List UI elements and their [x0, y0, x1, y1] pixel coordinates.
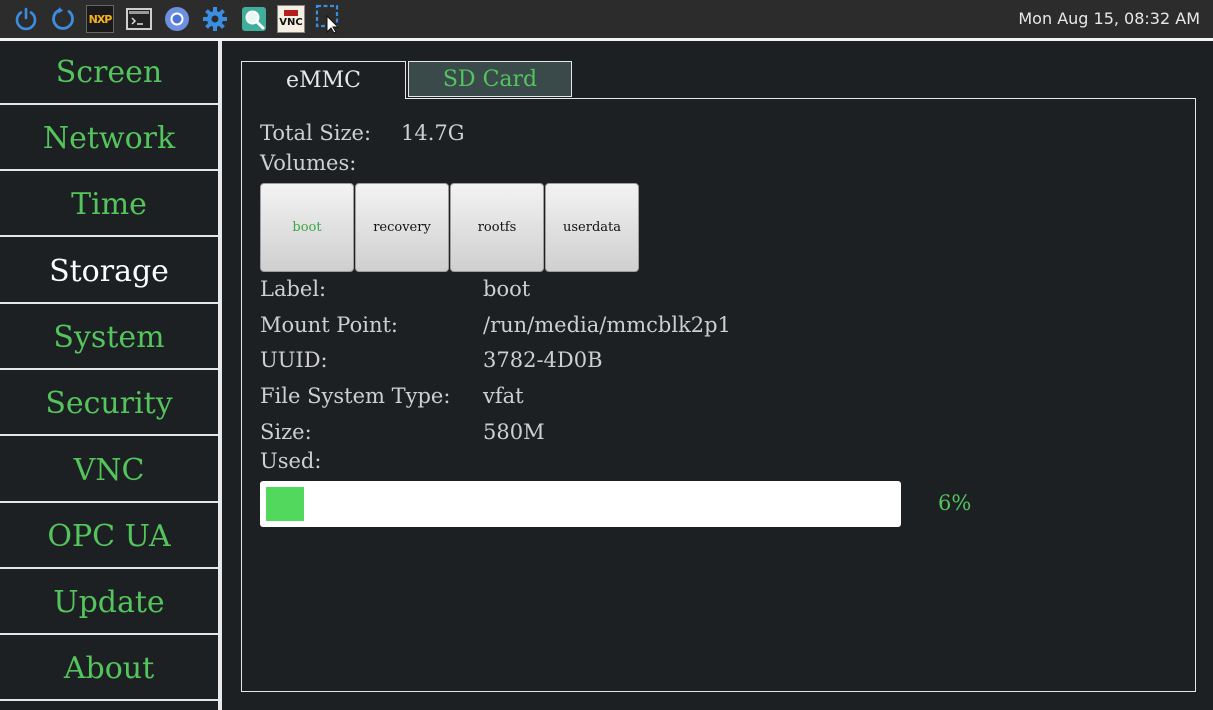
sidebar-item-vnc[interactable]: VNC [0, 439, 218, 503]
settings-gear-icon[interactable] [201, 5, 229, 33]
sidebar-item-network[interactable]: Network [0, 107, 218, 171]
tab-emmc[interactable]: eMMC [241, 61, 406, 99]
volume-button-boot[interactable]: boot [260, 183, 354, 272]
mount-point-label: Mount Point: [260, 313, 398, 337]
used-percent-text: 6% [938, 491, 972, 515]
fs-type-value: vfat [483, 384, 524, 408]
volumes-label: Volumes: [260, 151, 357, 175]
sidebar-item-screen[interactable]: Screen [0, 41, 218, 105]
total-size-label: Total Size: [260, 121, 372, 145]
nxp-logo-text: NXP [88, 12, 113, 26]
tab-sd-card[interactable]: SD Card [408, 61, 572, 97]
chromium-icon[interactable] [163, 5, 191, 33]
label-field-label: Label: [260, 277, 327, 301]
terminal-icon[interactable] [125, 5, 153, 33]
sidebar-item-storage[interactable]: Storage [0, 240, 218, 304]
sidebar-item-update[interactable]: Update [0, 571, 218, 635]
mount-point-value: /run/media/mmcblk2p1 [483, 313, 731, 337]
used-label: Used: [260, 449, 322, 473]
label-field-value: boot [483, 277, 531, 301]
tightvnc-text: VNC [279, 17, 303, 28]
power-icon[interactable] [12, 5, 40, 33]
used-progress-fill [266, 487, 304, 521]
size-value: 580M [483, 420, 545, 444]
size-label: Size: [260, 420, 312, 444]
uuid-label: UUID: [260, 348, 328, 372]
clock[interactable]: Mon Aug 15, 08:32 AM [1018, 9, 1200, 28]
volume-button-recovery[interactable]: recovery [355, 183, 449, 272]
used-progress-bar [260, 481, 901, 527]
search-icon[interactable] [240, 5, 268, 33]
sidebar: Screen Network Time Storage System Secur… [0, 41, 222, 710]
sidebar-item-about[interactable]: About [0, 637, 218, 701]
refresh-icon[interactable] [49, 5, 77, 33]
tightvnc-icon[interactable]: VNC [277, 5, 305, 33]
sidebar-item-security[interactable]: Security [0, 372, 218, 436]
screenshot-select-icon[interactable] [315, 4, 343, 34]
sidebar-divider [218, 41, 222, 710]
total-size-value: 14.7G [401, 121, 465, 145]
volume-button-rootfs[interactable]: rootfs [450, 183, 544, 272]
sidebar-item-system[interactable]: System [0, 306, 218, 370]
sidebar-item-time[interactable]: Time [0, 173, 218, 237]
sidebar-item-opc-ua[interactable]: OPC UA [0, 505, 218, 569]
uuid-value: 3782-4D0B [483, 348, 603, 372]
nxp-logo-icon[interactable]: NXP [86, 5, 114, 33]
fs-type-label: File System Type: [260, 384, 451, 408]
volume-button-userdata[interactable]: userdata [545, 183, 639, 272]
taskbar: NXP VNC Mon Aug 15, 08:32 AM [0, 0, 1213, 38]
